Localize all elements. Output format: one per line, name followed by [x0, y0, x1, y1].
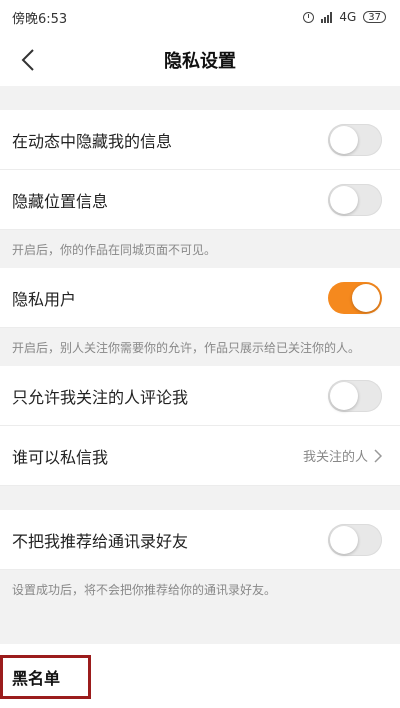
alarm-icon — [303, 11, 315, 23]
battery-icon: 37 — [363, 11, 386, 23]
setting-row-comment-only-followed: 只允许我关注的人评论我 — [0, 366, 400, 426]
hide-in-feed-toggle[interactable] — [328, 123, 382, 156]
status-bar: 傍晚6:53 4G 37 — [0, 0, 400, 34]
chevron-right-icon — [374, 448, 382, 463]
toggle-knob — [330, 525, 358, 554]
private-user-toggle[interactable] — [328, 281, 382, 314]
network-type: 4G — [339, 10, 357, 24]
nav-bar: 隐私设置 — [0, 34, 400, 86]
setting-value: 我关注的人 — [302, 450, 368, 465]
battery-level: 37 — [368, 12, 381, 23]
status-time: 傍晚6:53 — [12, 11, 68, 27]
setting-row-blacklist[interactable]: 黑名单 — [0, 644, 400, 708]
page-title: 隐私设置 — [164, 51, 236, 72]
comment-only-followed-toggle[interactable] — [328, 379, 382, 412]
setting-label: 谁可以私信我 — [12, 447, 109, 467]
chevron-left-icon — [21, 49, 34, 71]
toggle-knob — [352, 283, 380, 312]
toggle-knob — [330, 381, 358, 410]
private-user-hint: 开启后，别人关注你需要你的允许，作品只展示给已关注你的人。 — [0, 328, 400, 366]
no-recommend-contacts-hint: 设置成功后，将不会把你推荐给你的通讯录好友。 — [0, 570, 400, 608]
setting-row-who-can-message[interactable]: 谁可以私信我 我关注的人 — [0, 426, 400, 486]
setting-label: 隐私用户 — [12, 289, 77, 309]
back-button[interactable] — [14, 46, 42, 74]
setting-label: 隐藏位置信息 — [12, 191, 109, 211]
no-recommend-contacts-toggle[interactable] — [328, 523, 382, 556]
toggle-knob — [330, 185, 358, 214]
signal-icon — [321, 11, 333, 23]
blacklist-label: 黑名单 — [12, 669, 61, 688]
setting-label: 不把我推荐给通讯录好友 — [12, 531, 189, 551]
setting-row-no-recommend-contacts: 不把我推荐给通讯录好友 — [0, 510, 400, 570]
hide-location-toggle[interactable] — [328, 183, 382, 216]
setting-label: 在动态中隐藏我的信息 — [12, 131, 173, 151]
setting-label: 只允许我关注的人评论我 — [12, 387, 189, 407]
status-icons: 4G 37 — [303, 10, 386, 24]
toggle-knob — [330, 125, 358, 154]
hide-location-hint: 开启后，你的作品在同城页面不可见。 — [0, 230, 400, 268]
setting-row-hide-location: 隐藏位置信息 — [0, 170, 400, 230]
setting-row-private-user: 隐私用户 — [0, 268, 400, 328]
blacklist-button[interactable]: 黑名单 — [0, 655, 91, 699]
setting-row-hide-in-feed: 在动态中隐藏我的信息 — [0, 110, 400, 170]
who-can-message-value[interactable]: 我关注的人 — [303, 446, 382, 465]
